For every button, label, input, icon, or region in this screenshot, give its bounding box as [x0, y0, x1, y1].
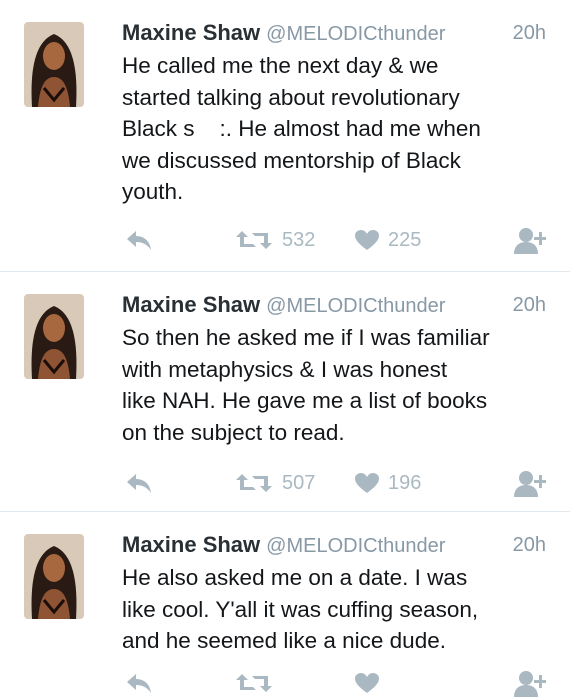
retweet-count: 507 [282, 471, 316, 494]
avatar[interactable] [24, 294, 84, 379]
timestamp[interactable]: 20h [513, 288, 546, 322]
timestamp[interactable]: 20h [513, 528, 546, 562]
retweet-count: 532 [282, 228, 316, 251]
display-name[interactable]: Maxine Shaw [122, 532, 260, 557]
follow-button[interactable] [514, 668, 546, 698]
follow-icon [514, 671, 546, 697]
reply-icon [127, 474, 151, 493]
like-count: 225 [388, 228, 422, 251]
tweet-actions: 507 196 [122, 468, 550, 498]
follow-icon [514, 471, 546, 497]
retweet-icon [236, 474, 272, 492]
like-button[interactable]: 196 [354, 468, 421, 498]
reply-button[interactable] [126, 668, 152, 698]
tweet-actions [122, 668, 550, 698]
tweet[interactable]: Maxine Shaw @MELODICthunder 20h He called… [0, 0, 570, 272]
tweet-text: He called me the next day & we started t… [122, 53, 481, 204]
display-name[interactable]: Maxine Shaw [122, 20, 260, 45]
reply-button[interactable] [126, 468, 152, 498]
follow-button[interactable] [514, 468, 546, 498]
display-name[interactable]: Maxine Shaw [122, 292, 260, 317]
retweet-icon [236, 674, 272, 692]
tweet[interactable]: Maxine Shaw @MELODICthunder 20h So then h… [0, 272, 570, 512]
tweet[interactable]: Maxine Shaw @MELODICthunder 20h He also a… [0, 512, 570, 697]
avatar[interactable] [24, 22, 84, 107]
follow-icon [514, 228, 546, 254]
like-button[interactable]: 225 [354, 225, 421, 255]
retweet-icon [236, 231, 272, 249]
tweet-text: He also asked me on a date. I was like c… [122, 565, 479, 653]
tweet-actions: 532 225 [122, 225, 550, 255]
like-count: 196 [388, 471, 422, 494]
user-handle[interactable]: @MELODICthunder [266, 535, 445, 557]
like-button[interactable] [354, 668, 388, 698]
retweet-button[interactable]: 507 [234, 468, 315, 498]
heart-icon [355, 473, 379, 493]
reply-icon [127, 231, 151, 250]
reply-button[interactable] [126, 225, 152, 255]
retweet-button[interactable]: 532 [234, 225, 315, 255]
tweet-text: So then he asked me if I was familiar wi… [122, 325, 490, 445]
heart-icon [355, 230, 379, 250]
reply-icon [127, 674, 151, 693]
follow-button[interactable] [514, 225, 546, 255]
timestamp[interactable]: 20h [513, 16, 546, 50]
user-handle[interactable]: @MELODICthunder [266, 23, 445, 45]
heart-icon [355, 673, 379, 693]
user-handle[interactable]: @MELODICthunder [266, 295, 445, 317]
avatar[interactable] [24, 534, 84, 619]
retweet-button[interactable] [234, 668, 282, 698]
